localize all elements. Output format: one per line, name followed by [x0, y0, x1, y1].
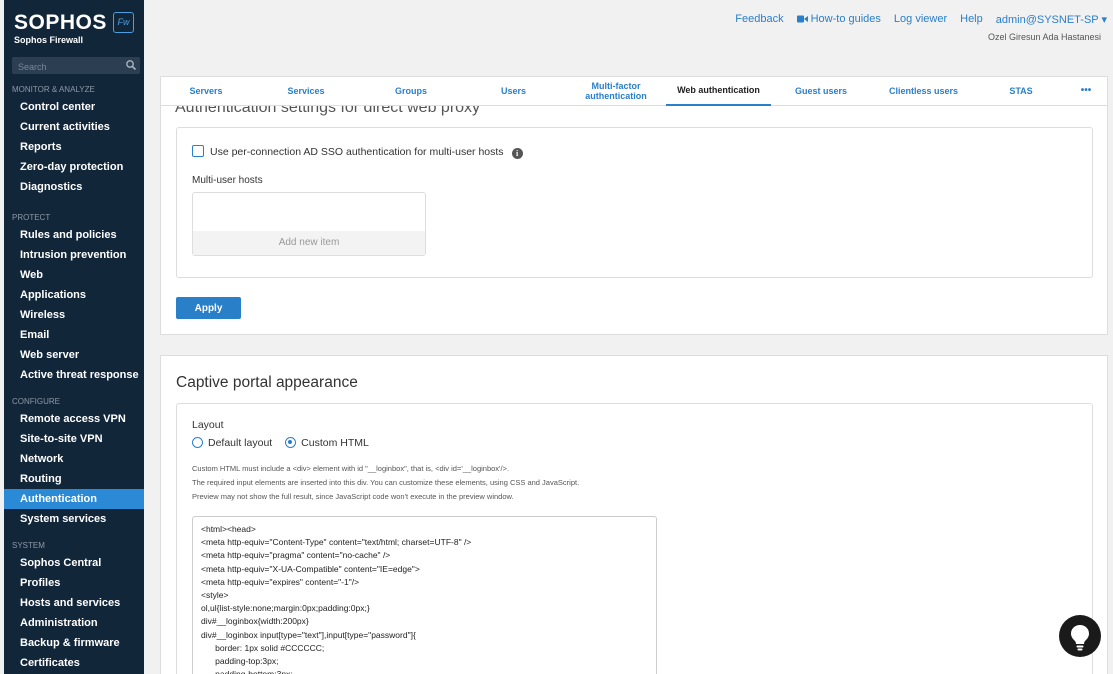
custom-html-label: Custom HTML [301, 437, 369, 449]
nav-item-system-services[interactable]: System services [4, 509, 144, 529]
search-icon[interactable] [125, 59, 137, 71]
info-icon[interactable]: i [511, 148, 523, 159]
tab-users[interactable]: Users [461, 76, 566, 106]
nav-item-web[interactable]: Web [4, 265, 144, 285]
nav-item-administration[interactable]: Administration [4, 613, 144, 633]
firewall-logo-icon: Fw [113, 12, 134, 33]
nav-item-backup-firmware[interactable]: Backup & firmware [4, 633, 144, 653]
tab-bar: Servers Services Groups Users Multi-fact… [160, 76, 1108, 106]
nav-item-web-server[interactable]: Web server [4, 345, 144, 365]
default-layout-option[interactable]: Default layout [192, 437, 272, 449]
help-link[interactable]: Help [960, 13, 983, 26]
custom-html-radio[interactable] [285, 437, 297, 448]
howto-guides-link[interactable]: How-to guides [796, 13, 881, 26]
nav-item-remote-access-vpn[interactable]: Remote access VPN [4, 409, 144, 429]
sso-checkbox-label: Use per-connection AD SSO authentication… [210, 146, 504, 158]
proxy-auth-panel: Authentication settings for direct web p… [160, 106, 1108, 335]
organization-name: Ozel Giresun Ada Hastanesi [987, 32, 1101, 42]
apply-button[interactable]: Apply [176, 297, 241, 319]
custom-html-help: Custom HTML must include a <div> element… [192, 462, 1072, 504]
nav-item-routing[interactable]: Routing [4, 469, 144, 489]
sidebar-nav: MONITOR & ANALYZE Control center Current… [4, 83, 144, 673]
captive-portal-title: Captive portal appearance [176, 374, 358, 391]
nav-item-current-activities[interactable]: Current activities [4, 117, 144, 137]
nav-section-monitor: MONITOR & ANALYZE [12, 85, 95, 94]
tab-web-authentication[interactable]: Web authentication [666, 76, 771, 106]
nav-section-system: SYSTEM [12, 541, 45, 550]
tab-services[interactable]: Services [251, 76, 361, 106]
search-input[interactable] [12, 59, 122, 75]
tab-stas[interactable]: STAS [976, 76, 1066, 106]
tab-servers[interactable]: Servers [161, 76, 251, 106]
top-header: Feedback How-to guides Log viewer Help a… [144, 0, 1113, 70]
nav-section-configure: CONFIGURE [12, 397, 60, 406]
multi-user-hosts-list[interactable]: Add new item [192, 192, 426, 256]
help-line-1: Custom HTML must include a <div> element… [192, 464, 510, 473]
brand[interactable]: SOPHOS Sophos Firewall Fw [4, 0, 144, 50]
nav-item-applications[interactable]: Applications [4, 285, 144, 305]
nav-item-sophos-central[interactable]: Sophos Central [4, 553, 144, 573]
captive-portal-panel: Captive portal appearance Layout Default… [160, 355, 1108, 674]
custom-html-editor[interactable]: <html><head> <meta http-equiv="Content-T… [192, 516, 657, 674]
howto-guides-label: How-to guides [810, 13, 881, 25]
tab-multi-factor-authentication[interactable]: Multi-factor authentication [566, 76, 666, 106]
nav-item-hosts-and-services[interactable]: Hosts and services [4, 593, 144, 613]
default-layout-radio[interactable] [192, 437, 203, 448]
nav-item-reports[interactable]: Reports [4, 137, 144, 157]
log-viewer-link[interactable]: Log viewer [894, 13, 947, 26]
layout-settings-box: Layout Default layout Custom HTML Custom… [176, 403, 1093, 674]
layout-options: Default layout Custom HTML [192, 437, 369, 449]
nav-item-site-to-site-vpn[interactable]: Site-to-site VPN [4, 429, 144, 449]
nav-item-authentication[interactable]: Authentication [4, 489, 144, 509]
tab-clientless-users[interactable]: Clientless users [871, 76, 976, 106]
sidebar: SOPHOS Sophos Firewall Fw MONITOR & ANAL… [4, 0, 144, 674]
help-line-3: Preview may not show the full result, si… [192, 492, 514, 501]
proxy-settings-box: Use per-connection AD SSO authentication… [176, 127, 1093, 278]
feedback-link[interactable]: Feedback [735, 13, 783, 26]
tab-guest-users[interactable]: Guest users [771, 76, 871, 106]
lightbulb-help-button[interactable] [1059, 615, 1101, 657]
video-camera-icon [796, 15, 808, 23]
nav-item-diagnostics[interactable]: Diagnostics [4, 177, 144, 197]
tab-groups[interactable]: Groups [361, 76, 461, 106]
user-menu[interactable]: admin@SYSNET-SP ▾ [996, 13, 1107, 26]
add-new-item-button[interactable]: Add new item [193, 231, 425, 255]
proxy-section-title: Authentication settings for direct web p… [175, 106, 481, 116]
help-line-2: The required input elements are inserted… [192, 478, 580, 487]
custom-html-option[interactable]: Custom HTML [285, 437, 369, 449]
sso-checkbox-row: Use per-connection AD SSO authentication… [192, 145, 523, 159]
lightbulb-icon [1071, 625, 1089, 651]
layout-label: Layout [192, 419, 224, 431]
brand-subtitle: Sophos Firewall [14, 35, 84, 45]
nav-item-control-center[interactable]: Control center [4, 97, 144, 117]
more-tabs-button[interactable]: ••• [1066, 76, 1106, 106]
nav-item-active-threat-response[interactable]: Active threat response [4, 365, 144, 385]
nav-item-certificates[interactable]: Certificates [4, 653, 144, 673]
default-layout-label: Default layout [208, 437, 273, 449]
nav-item-email[interactable]: Email [4, 325, 144, 345]
multi-user-hosts-label: Multi-user hosts [192, 175, 263, 186]
nav-item-network[interactable]: Network [4, 449, 144, 469]
header-links: Feedback How-to guides Log viewer Help a… [735, 13, 1107, 26]
nav-section-protect: PROTECT [12, 213, 51, 222]
nav-item-profiles[interactable]: Profiles [4, 573, 144, 593]
search-box [12, 57, 140, 75]
sso-checkbox[interactable] [192, 145, 204, 157]
nav-item-wireless[interactable]: Wireless [4, 305, 144, 325]
nav-item-intrusion-prevention[interactable]: Intrusion prevention [4, 245, 144, 265]
nav-item-zero-day-protection[interactable]: Zero-day protection [4, 157, 144, 177]
nav-item-rules-and-policies[interactable]: Rules and policies [4, 225, 144, 245]
